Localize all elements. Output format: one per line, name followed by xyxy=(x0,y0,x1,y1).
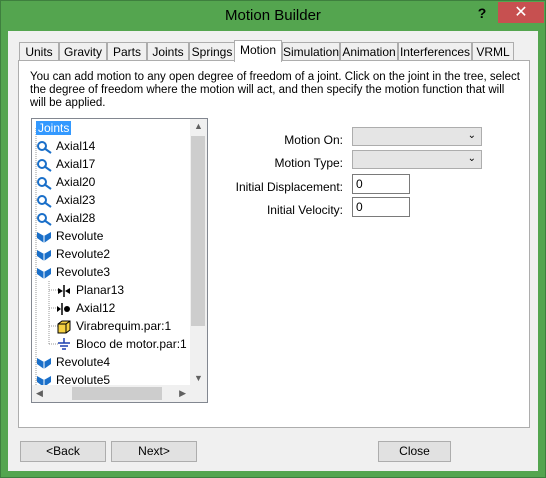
tree-horizontal-scrollbar[interactable]: ◀ ▶ xyxy=(32,385,190,402)
axial-joint-icon xyxy=(36,212,52,226)
tree-item-planar13[interactable]: Planar13 xyxy=(56,281,124,299)
axial-joint-icon xyxy=(36,140,52,154)
initial-velocity-label: Initial Velocity: xyxy=(266,203,343,217)
motion-on-label: Motion On: xyxy=(284,133,343,147)
tree-item-axial20[interactable]: Axial20 xyxy=(36,173,95,191)
horizontal-scroll-thumb[interactable] xyxy=(72,387,162,400)
tree-item-revolute3[interactable]: Revolute3 xyxy=(36,263,110,281)
initial-displacement-label: Initial Displacement: xyxy=(235,180,343,194)
tree-item-label: Joints xyxy=(36,121,72,135)
tree-item-bloco-de-motor[interactable]: Bloco de motor.par:1 xyxy=(56,335,187,353)
tree-item-label: Virabrequim.par:1 xyxy=(76,319,172,333)
scroll-left-icon[interactable]: ◀ xyxy=(36,388,43,399)
tree-item-axial14[interactable]: Axial14 xyxy=(36,137,95,155)
tree-item-label: Revolute xyxy=(56,229,104,243)
tab-springs[interactable]: Springs xyxy=(189,42,235,60)
axial-constraint-icon xyxy=(56,302,72,316)
initial-displacement-field[interactable]: 0 xyxy=(352,174,410,194)
tree-item-label: Axial17 xyxy=(56,157,96,171)
ground-icon xyxy=(56,337,72,352)
axial-joint-icon xyxy=(36,158,52,172)
tree-item-label: Revolute2 xyxy=(56,247,111,261)
tree-item-label: Axial28 xyxy=(56,211,96,225)
tree-item-virabrequim[interactable]: Virabrequim.par:1 xyxy=(56,317,171,335)
tab-units[interactable]: Units xyxy=(19,42,59,60)
revolute-joint-icon xyxy=(36,230,52,244)
scroll-right-icon[interactable]: ▶ xyxy=(179,388,186,399)
tab-vrml[interactable]: VRML xyxy=(472,42,514,60)
tree-item-label: Revolute3 xyxy=(56,265,111,279)
tree-item-label: Axial12 xyxy=(76,301,116,315)
tree-item-label: Planar13 xyxy=(76,283,125,297)
tree-item-label: Revolute4 xyxy=(56,355,111,369)
help-button[interactable]: ? xyxy=(465,3,499,23)
tab-joints[interactable]: Joints xyxy=(147,42,189,60)
tree-item-revolute2[interactable]: Revolute2 xyxy=(36,245,110,263)
tree-item-axial12[interactable]: Axial12 xyxy=(56,299,115,317)
next-button[interactable]: Next> xyxy=(111,441,197,462)
tab-gravity[interactable]: Gravity xyxy=(59,42,107,60)
window-title: Motion Builder xyxy=(225,7,321,24)
axial-joint-icon xyxy=(36,194,52,208)
initial-velocity-field[interactable]: 0 xyxy=(352,197,410,217)
tab-motion[interactable]: Motion xyxy=(234,40,282,62)
tab-animation[interactable]: Animation xyxy=(340,42,398,60)
tab-interferences[interactable]: Interferences xyxy=(398,42,472,60)
dialog-client-area: Units Gravity Parts Joints Springs Motio… xyxy=(8,31,538,471)
tree-item-label: Axial14 xyxy=(56,139,96,153)
motion-description: You can add motion to any open degree of… xyxy=(30,71,520,109)
tree-item-axial17[interactable]: Axial17 xyxy=(36,155,95,173)
chevron-down-icon: ⌄ xyxy=(467,130,476,141)
tree-item-revolute[interactable]: Revolute xyxy=(36,227,103,245)
planar-constraint-icon xyxy=(56,284,72,298)
chevron-down-icon: ⌄ xyxy=(467,153,476,164)
revolute-joint-icon xyxy=(36,248,52,262)
motion-builder-window: Motion Builder ? ✕ Units Gravity Parts J… xyxy=(0,0,546,478)
revolute-joint-icon xyxy=(36,266,52,280)
tree-item-revolute4[interactable]: Revolute4 xyxy=(36,353,110,371)
tree-item-axial23[interactable]: Axial23 xyxy=(36,191,95,209)
tree-item-label: Axial20 xyxy=(56,175,96,189)
tree-item-label: Bloco de motor.par:1 xyxy=(76,337,187,351)
scroll-down-icon[interactable]: ▼ xyxy=(194,373,203,383)
window-close-button[interactable]: ✕ xyxy=(498,2,544,23)
tab-parts[interactable]: Parts xyxy=(107,42,147,60)
motion-type-select[interactable]: ⌄ xyxy=(352,150,482,169)
motion-type-label: Motion Type: xyxy=(274,156,343,170)
tree-item-label: Axial23 xyxy=(56,193,96,207)
revolute-joint-icon xyxy=(36,356,52,370)
axial-joint-icon xyxy=(36,176,52,190)
tree-item-joints[interactable]: Joints xyxy=(36,119,72,137)
tree-item-axial28[interactable]: Axial28 xyxy=(36,209,95,227)
title-bar[interactable]: Motion Builder ? ✕ xyxy=(1,1,545,31)
close-button[interactable]: Close xyxy=(378,441,451,462)
joints-tree[interactable]: Joints Axial14 Axial17 Axial20 Axial23 A… xyxy=(31,118,208,403)
motion-on-select[interactable]: ⌄ xyxy=(352,127,482,146)
motion-tab-panel: You can add motion to any open degree of… xyxy=(18,60,530,428)
scroll-up-icon[interactable]: ▲ xyxy=(194,121,203,131)
tab-simulation[interactable]: Simulation xyxy=(282,42,340,60)
back-button[interactable]: <Back xyxy=(20,441,106,462)
scrollbar-corner xyxy=(190,385,207,402)
part-icon xyxy=(56,320,72,334)
